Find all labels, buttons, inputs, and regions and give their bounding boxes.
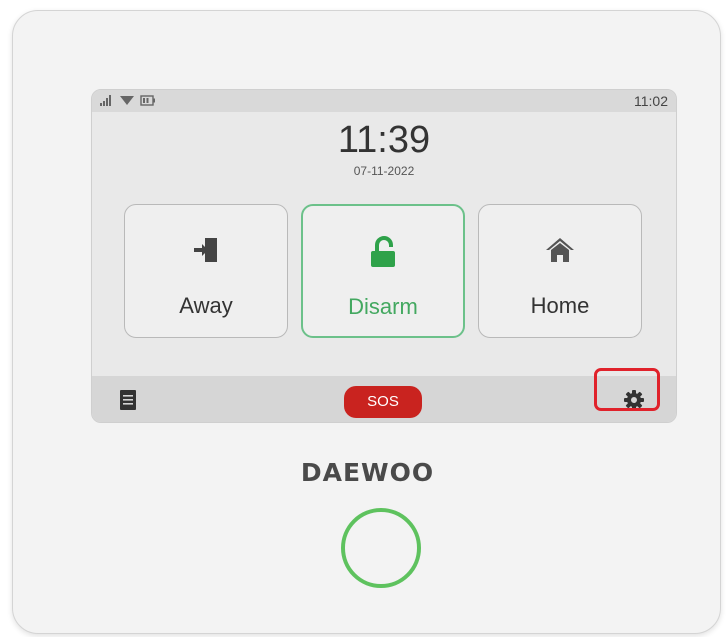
away-exit-icon <box>194 238 217 262</box>
ring-button[interactable] <box>341 508 421 588</box>
disarm-icon-wrap <box>303 236 463 268</box>
unlock-icon <box>371 236 395 267</box>
battery-icon <box>140 95 155 106</box>
clock-time: 11:39 <box>337 119 431 161</box>
settings-highlight-box <box>594 368 660 411</box>
status-time: 11:02 <box>634 93 668 109</box>
disarm-label: Disarm <box>348 294 418 319</box>
home-button[interactable]: Home <box>478 204 642 338</box>
away-button[interactable]: Away <box>124 204 288 338</box>
home-icon <box>546 238 574 262</box>
disarm-button[interactable]: Disarm <box>301 204 465 338</box>
alarm-panel-device: 11:02 11:39 07-11-2022 Away Disarm Home … <box>12 10 721 634</box>
home-label: Home <box>530 293 590 318</box>
status-icons <box>100 95 156 106</box>
sos-button[interactable]: SOS <box>344 386 422 418</box>
away-icon-wrap <box>125 235 287 265</box>
away-label: Away <box>179 293 233 318</box>
home-icon-wrap <box>479 235 641 265</box>
status-bar: 11:02 <box>92 90 676 112</box>
touch-screen: 11:02 11:39 07-11-2022 Away Disarm Home … <box>91 89 677 423</box>
event-log-icon[interactable] <box>120 390 136 410</box>
brand-logo: DAEWOO <box>300 458 435 487</box>
bottom-bar: SOS <box>92 376 676 422</box>
signal-icon <box>100 95 111 106</box>
clock-date: 07-11-2022 <box>353 164 415 178</box>
wifi-icon <box>120 96 134 105</box>
